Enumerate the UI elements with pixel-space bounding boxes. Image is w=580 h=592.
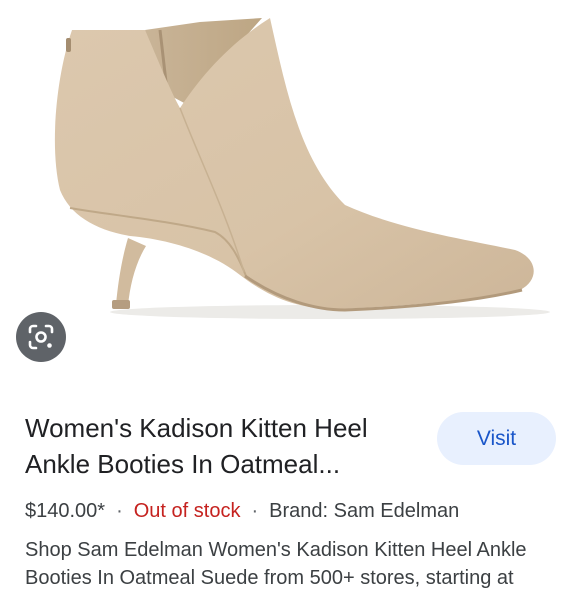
stock-status: Out of stock — [133, 500, 241, 522]
separator: · — [116, 500, 123, 522]
product-meta: $140.00* · Out of stock · Brand: Sam Edelman — [25, 498, 580, 524]
boot-illustration — [54, 18, 550, 319]
separator: · — [251, 500, 259, 522]
brand: Brand: Sam Edelman — [269, 500, 460, 522]
product-image[interactable] — [0, 0, 580, 380]
product-description: Shop Sam Edelman Women's Kadison Kitten … — [25, 539, 527, 589]
lens-search-button[interactable] — [16, 312, 66, 362]
lens-search-icon — [28, 324, 54, 350]
price: $140.00* — [25, 500, 106, 522]
visit-button[interactable]: Visit — [437, 412, 556, 465]
product-title[interactable]: Women's Kadison Kitten Heel Ankle Bootie… — [25, 410, 410, 482]
